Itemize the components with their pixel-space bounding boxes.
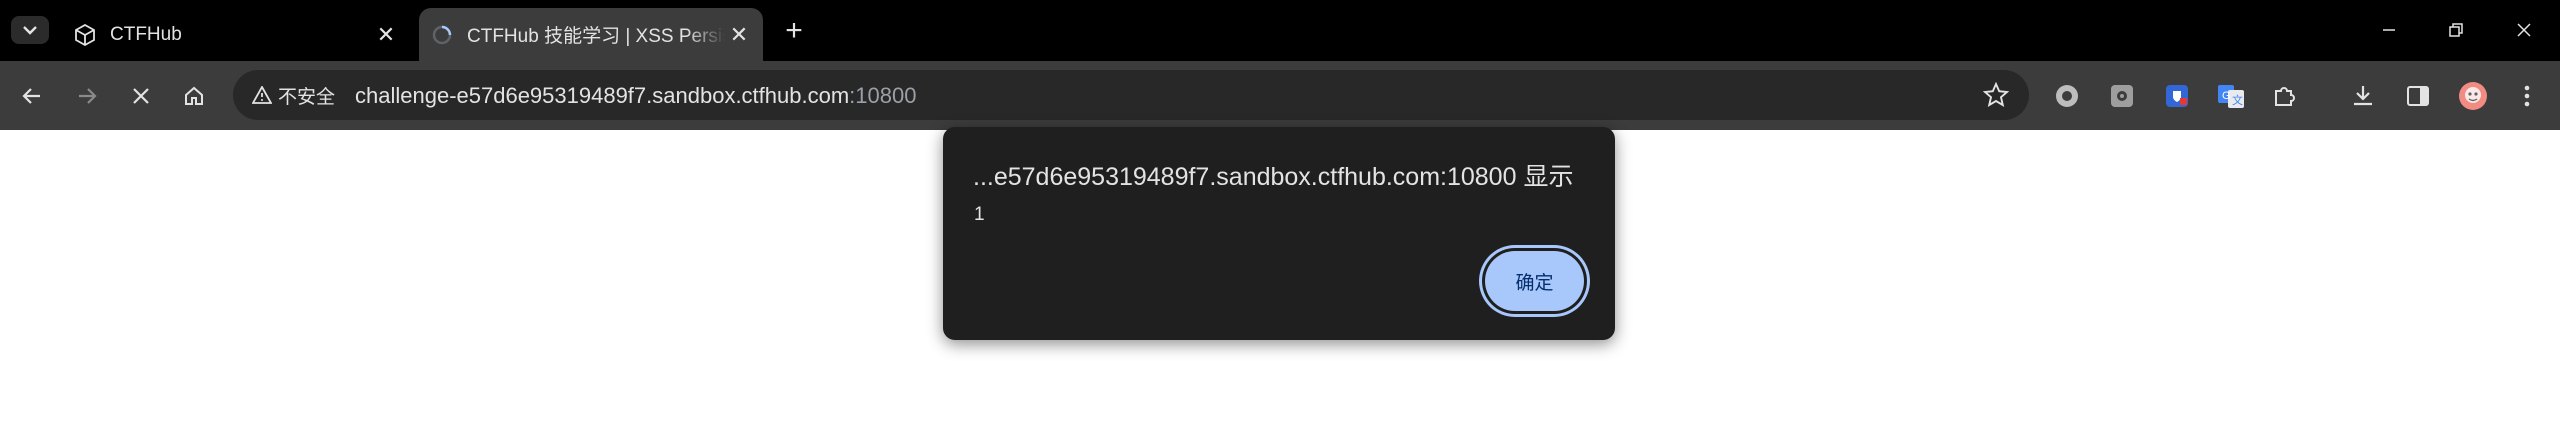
extension-shield-icon[interactable]	[2162, 81, 2192, 111]
minimize-button[interactable]	[2358, 8, 2420, 52]
extension-camera-icon[interactable]	[2107, 81, 2137, 111]
security-label: 不安全	[278, 86, 336, 108]
extensions-puzzle-icon[interactable]	[2270, 81, 2300, 111]
restore-button[interactable]	[2425, 8, 2487, 52]
dialog-title: ...e57d6e95319489f7.sandbox.ctfhub.com:1…	[973, 163, 1574, 191]
minimize-icon	[2383, 29, 2395, 31]
tab-search-button[interactable]	[11, 16, 49, 44]
alert-dialog: ...e57d6e95319489f7.sandbox.ctfhub.com:1…	[943, 127, 1615, 340]
svg-text:文: 文	[2232, 93, 2243, 107]
download-icon[interactable]	[2348, 81, 2378, 111]
close-window-button[interactable]	[2493, 8, 2555, 52]
profile-avatar-icon[interactable]	[2458, 81, 2488, 111]
ok-button[interactable]: 确定	[1485, 251, 1584, 311]
dialog-message: 1	[974, 204, 985, 225]
new-tab-button[interactable]: +	[778, 14, 810, 47]
restore-icon	[2449, 23, 2463, 37]
back-arrow-icon	[22, 88, 40, 104]
url-port: :10800	[849, 83, 917, 108]
forward-arrow-icon	[79, 88, 97, 104]
tab-xss-persistent[interactable]: CTFHub 技能学习 | XSS Persistent ✕	[419, 8, 763, 61]
svg-text:G: G	[2222, 90, 2231, 102]
loading-spinner-icon	[431, 24, 453, 46]
forward-button[interactable]	[67, 76, 107, 116]
back-button[interactable]	[12, 76, 52, 116]
menu-kebab-icon[interactable]	[2512, 81, 2542, 111]
warning-icon	[252, 86, 272, 104]
url-text[interactable]: challenge-e57d6e95319489f7.sandbox.ctfhu…	[355, 83, 916, 109]
bookmark-star-icon[interactable]	[1983, 82, 2009, 108]
ctfhub-cube-icon	[74, 23, 96, 46]
stop-icon	[133, 88, 149, 104]
tab-strip: CTFHub ✕ CTFHub 技能学习 | XSS Persistent ✕ …	[0, 0, 2560, 61]
stop-loading-button[interactable]	[121, 76, 161, 116]
chevron-down-icon	[23, 26, 37, 35]
close-tab-icon[interactable]: ✕	[372, 21, 400, 49]
tab-title: CTFHub	[110, 23, 182, 45]
tab-title: CTFHub 技能学习 | XSS Persistent	[467, 26, 725, 47]
close-tab-icon[interactable]: ✕	[725, 21, 753, 49]
browser-toolbar: 不安全 challenge-e57d6e95319489f7.sandbox.c…	[0, 61, 2560, 166]
extension-circle-icon[interactable]	[2052, 81, 2082, 111]
security-chip[interactable]: 不安全	[244, 78, 343, 112]
google-translate-icon[interactable]: G文	[2216, 81, 2246, 111]
tab-ctfhub[interactable]: CTFHub ✕	[60, 8, 410, 61]
home-button[interactable]	[174, 76, 214, 116]
home-icon	[185, 86, 203, 105]
close-icon	[2517, 23, 2531, 37]
address-bar[interactable]: 不安全 challenge-e57d6e95319489f7.sandbox.c…	[233, 70, 2029, 120]
url-host: challenge-e57d6e95319489f7.sandbox.ctfhu…	[355, 83, 850, 108]
side-panel-icon[interactable]	[2403, 81, 2433, 111]
